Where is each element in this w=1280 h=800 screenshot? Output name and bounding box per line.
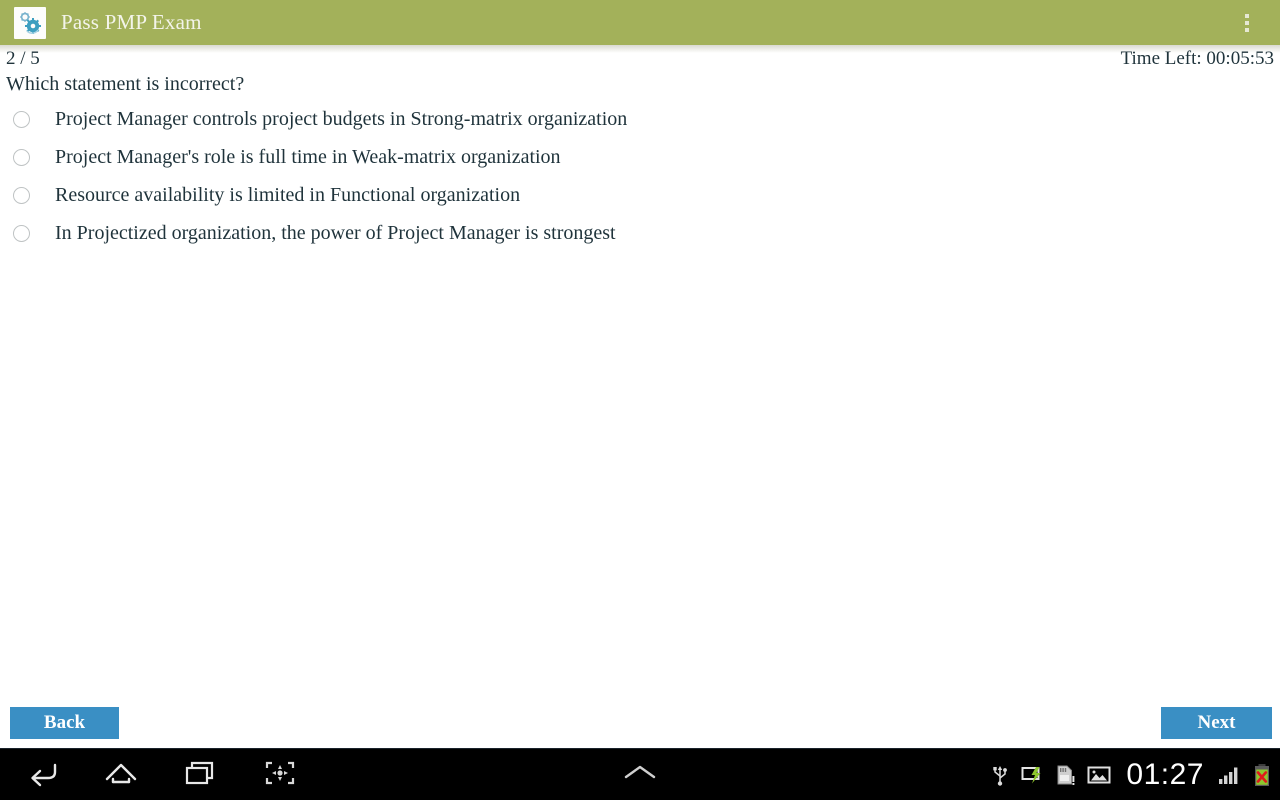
- answer-option-label: Project Manager's role is full time in W…: [55, 146, 561, 168]
- system-expand-button[interactable]: [600, 749, 680, 800]
- question-text: Which statement is incorrect?: [6, 73, 245, 95]
- next-button[interactable]: Next: [1161, 707, 1272, 739]
- home-icon: [103, 759, 139, 792]
- gears-icon: [14, 6, 46, 39]
- answer-options-list: Project Manager controls project budgets…: [0, 100, 1280, 252]
- time-left-label: Time Left: 00:05:53: [1120, 48, 1274, 69]
- quiz-app-screen: Pass PMP Exam 2 / 5 Time Left: 00:05:53 …: [0, 0, 1280, 800]
- radio-button-icon[interactable]: [13, 110, 30, 128]
- battery-error-icon: [1250, 763, 1274, 787]
- chevron-up-icon: [619, 761, 661, 790]
- system-back-button[interactable]: [3, 749, 83, 800]
- usb-icon: [988, 763, 1012, 787]
- question-progress-counter: 2 / 5: [6, 48, 40, 69]
- overflow-dot: [1245, 27, 1249, 32]
- app-title: Pass PMP Exam: [61, 10, 202, 34]
- radio-button-icon[interactable]: [13, 148, 30, 166]
- overflow-menu-button[interactable]: [1236, 0, 1258, 45]
- screenshot-icon: [263, 759, 297, 792]
- system-recents-button[interactable]: [160, 749, 240, 800]
- answer-option-row[interactable]: Project Manager controls project budgets…: [0, 100, 1280, 138]
- back-icon: [26, 759, 60, 792]
- sdcard-warning-icon: [1054, 763, 1078, 787]
- answer-option-label: Resource availability is limited in Func…: [55, 184, 521, 206]
- recents-icon: [182, 759, 218, 792]
- answer-option-row[interactable]: In Projectized organization, the power o…: [0, 214, 1280, 252]
- radio-button-icon[interactable]: [13, 224, 30, 242]
- system-status-tray: 01:27: [988, 749, 1280, 800]
- back-button[interactable]: Back: [10, 707, 119, 739]
- android-system-navigation-bar: 01:27: [0, 748, 1280, 800]
- answer-option-row[interactable]: Resource availability is limited in Func…: [0, 176, 1280, 214]
- quiz-meta-row: 2 / 5 Time Left: 00:05:53: [0, 47, 1280, 71]
- gallery-icon: [1087, 763, 1111, 787]
- answer-option-label: In Projectized organization, the power o…: [55, 222, 616, 244]
- system-clock: 01:27: [1126, 758, 1204, 791]
- usb-debugging-icon: [1021, 763, 1045, 787]
- radio-button-icon[interactable]: [13, 186, 30, 204]
- app-header-bar: Pass PMP Exam: [0, 0, 1280, 45]
- signal-bars-icon: [1217, 763, 1241, 787]
- overflow-dot: [1245, 13, 1249, 18]
- system-screenshot-button[interactable]: [240, 749, 320, 800]
- answer-option-row[interactable]: Project Manager's role is full time in W…: [0, 138, 1280, 176]
- answer-option-label: Project Manager controls project budgets…: [55, 108, 628, 130]
- overflow-dot: [1245, 20, 1249, 25]
- system-home-button[interactable]: [81, 749, 161, 800]
